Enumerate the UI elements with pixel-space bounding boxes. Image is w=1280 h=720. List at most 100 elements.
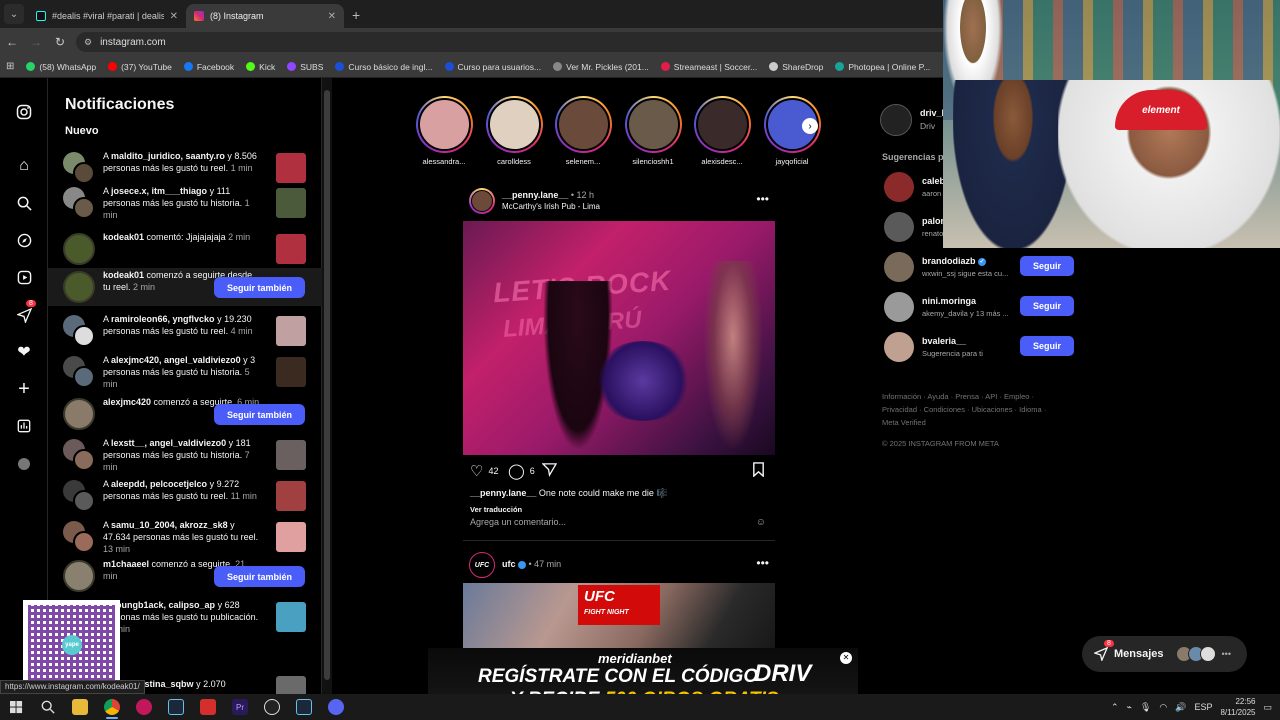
notification-avatar[interactable] xyxy=(63,398,95,430)
notification-avatar[interactable] xyxy=(63,187,95,219)
tab-instagram[interactable]: (8) Instagram ✕ xyxy=(186,4,344,28)
notification-thumbnail[interactable] xyxy=(276,481,306,511)
media-player-icon[interactable] xyxy=(128,694,160,720)
notification-thumbnail[interactable] xyxy=(276,316,306,346)
notifications-scrollbar[interactable] xyxy=(322,78,332,694)
notification-item[interactable]: m1chaaeel comenzó a seguirte. 21 min Segu… xyxy=(48,557,322,595)
comment-field[interactable]: Agrega un comentario... ☺ xyxy=(470,517,766,528)
current-user-avatar[interactable] xyxy=(880,104,912,136)
story-ring[interactable] xyxy=(693,96,751,153)
suggestion-avatar[interactable] xyxy=(884,212,914,242)
follow-button[interactable]: Seguir xyxy=(1020,296,1074,316)
profile-avatar-icon[interactable] xyxy=(14,454,34,474)
clock[interactable]: 22:56 8/11/2025 xyxy=(1220,696,1255,718)
follow-back-button[interactable]: Seguir también xyxy=(214,277,305,298)
messages-icon[interactable]: 8 xyxy=(14,300,36,325)
suggestion-username[interactable]: caleb xyxy=(922,176,945,186)
current-user-name[interactable]: driv_l xyxy=(920,108,944,118)
taskbar-search-icon[interactable] xyxy=(32,694,64,720)
tray-chevron-icon[interactable]: ⌃ xyxy=(1111,702,1119,713)
url-field[interactable]: ⚙ instagram.com xyxy=(76,32,956,52)
bookmark-item[interactable]: SUBS xyxy=(287,62,323,72)
instagram-logo-icon[interactable] xyxy=(14,102,34,122)
post-username[interactable]: ufc xyxy=(502,559,516,569)
notification-avatar[interactable] xyxy=(63,233,95,265)
home-icon[interactable]: ⌂ xyxy=(14,156,34,176)
reload-icon[interactable]: ↻ xyxy=(48,35,72,49)
tab-tiktok[interactable]: #dealis #viral #parati | dealis c ✕ xyxy=(28,4,186,28)
notification-users[interactable]: kodeak01 xyxy=(103,232,144,242)
notification-item[interactable]: A josece.x, itm___thiago y 111 personas … xyxy=(48,184,322,222)
file-explorer-icon[interactable] xyxy=(64,694,96,720)
premiere-icon[interactable]: Pr xyxy=(224,694,256,720)
back-icon[interactable]: ← xyxy=(0,35,24,49)
notification-users[interactable]: josece.x, itm___thiago xyxy=(111,186,207,196)
emoji-icon[interactable]: ☺ xyxy=(756,517,766,528)
notification-item[interactable]: A maldito_juridico, saanty.ro y 8.506 pe… xyxy=(48,149,322,187)
bookmark-item[interactable]: Streameast | Soccer... xyxy=(660,62,757,72)
story-item[interactable]: carolldess xyxy=(484,96,544,166)
mic-icon[interactable]: 🎙 xyxy=(1140,702,1151,713)
follow-back-button[interactable]: Seguir también xyxy=(214,566,305,587)
windows-start-icon[interactable] xyxy=(0,694,32,720)
reels-icon[interactable] xyxy=(14,267,34,287)
notification-avatar[interactable] xyxy=(63,271,95,303)
bookmark-item[interactable]: (58) WhatsApp xyxy=(26,62,96,72)
notification-users[interactable]: alexjmc420 xyxy=(103,397,151,407)
notification-thumbnail[interactable] xyxy=(276,522,306,552)
dashboard-icon[interactable] xyxy=(14,416,34,436)
notification-users[interactable]: kodeak01 xyxy=(103,270,144,280)
notification-users[interactable]: youngb1ack, calipso_ap xyxy=(111,600,215,610)
notification-item[interactable]: kodeak01 comenzó a seguirte desde tu ree… xyxy=(48,268,322,306)
post-username[interactable]: __penny.lane__ xyxy=(502,190,568,200)
suggestion-avatar[interactable] xyxy=(884,292,914,322)
see-translation-link[interactable]: Ver traducción xyxy=(470,505,522,514)
notifications-heart-icon[interactable]: ❤ xyxy=(14,342,34,362)
tab-search-button[interactable]: ⌄ xyxy=(4,4,24,24)
messages-button[interactable]: 8 Mensajes ••• xyxy=(1082,636,1247,672)
notification-users[interactable]: maldito_juridico, saanty.ro xyxy=(111,151,225,161)
bookmark-item[interactable]: Photopea | Online P... xyxy=(835,62,930,72)
story-item[interactable]: selenem... xyxy=(553,96,613,166)
story-ring[interactable] xyxy=(554,96,612,153)
notification-avatar[interactable] xyxy=(63,356,95,388)
notification-avatar[interactable] xyxy=(63,560,95,592)
notification-item[interactable]: A aleepdd, pelcocetjelco y 9.272 persona… xyxy=(48,477,322,515)
suggestion-username[interactable]: bvaleria__ xyxy=(922,336,966,346)
notification-avatar[interactable] xyxy=(63,439,95,471)
save-bookmark-icon[interactable] xyxy=(752,462,765,477)
story-item[interactable]: alessandra... xyxy=(414,96,474,166)
bookmark-item[interactable]: Curso básico de ingl... xyxy=(335,62,433,72)
post-media[interactable]: LET'S ROCK LIMA, PERÚ xyxy=(463,221,775,455)
steam-2-icon[interactable] xyxy=(288,694,320,720)
network-icon[interactable]: ⌁ xyxy=(1127,702,1132,713)
steam-icon[interactable] xyxy=(160,694,192,720)
create-icon[interactable]: + xyxy=(14,378,34,400)
suggestion-username[interactable]: brandodiazb xyxy=(922,256,976,266)
bookmark-item[interactable]: Curso para usuarios... xyxy=(444,62,541,72)
discord-icon[interactable] xyxy=(320,694,352,720)
story-item[interactable]: alexisdesc... xyxy=(692,96,752,166)
notification-thumbnail[interactable] xyxy=(276,440,306,470)
chrome-icon[interactable] xyxy=(96,694,128,720)
comment-action[interactable]: ◯ 6 xyxy=(508,462,535,480)
forward-icon[interactable]: → xyxy=(24,35,48,49)
bookmark-item[interactable]: Kick xyxy=(246,62,275,72)
heart-icon[interactable]: ♡ xyxy=(470,462,483,480)
post-avatar[interactable] xyxy=(469,188,495,214)
notification-users[interactable]: alexjmc420, angel_valdiviezo0 xyxy=(111,355,241,365)
notification-item[interactable]: A samu_10_2004, akrozz_sk8 y 47.634 pers… xyxy=(48,518,322,556)
notification-avatar[interactable] xyxy=(63,152,95,184)
notification-thumbnail[interactable] xyxy=(276,234,306,264)
notification-item[interactable]: A ramiroleon66, yngflvcko y 19.230 perso… xyxy=(48,312,322,350)
suggestion-username[interactable]: nini.moringa xyxy=(922,296,976,306)
notification-users[interactable]: m1chaaeel xyxy=(103,559,149,569)
notification-item[interactable]: alexjmc420 comenzó a seguirte. 6 min Segu… xyxy=(48,395,322,433)
recorder-icon[interactable] xyxy=(192,694,224,720)
story-ring[interactable] xyxy=(415,96,473,153)
explore-icon[interactable] xyxy=(14,230,34,250)
like-action[interactable]: ♡ 42 xyxy=(470,462,498,480)
bookmark-item[interactable]: (37) YouTube xyxy=(108,62,172,72)
post-location[interactable]: McCarthy's Irish Pub - Lima xyxy=(502,202,600,211)
ad-close-icon[interactable]: ✕ xyxy=(840,652,852,664)
